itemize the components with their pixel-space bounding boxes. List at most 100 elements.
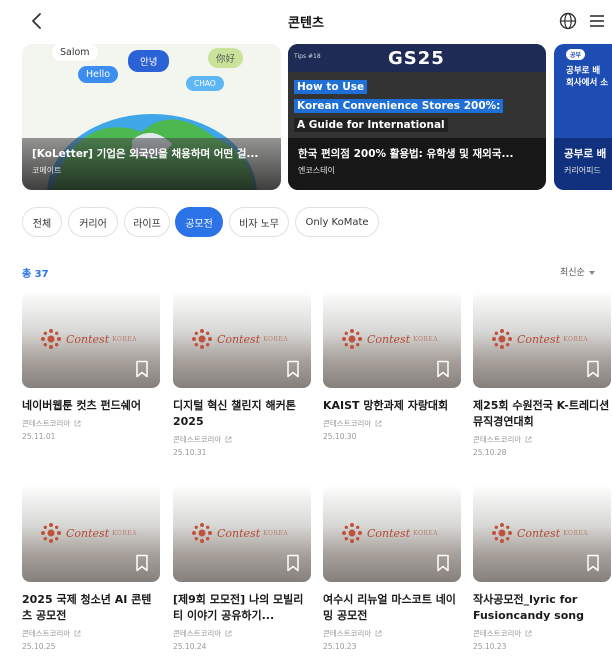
banner-carousel[interactable]: Salom 안녕 你好 Hello CHAO [KoLetter] 기업은 외국… — [0, 44, 612, 192]
card-title: 제25회 수원전국 K-트레디션 뮤직경연대회 — [473, 399, 610, 428]
bookmark-icon[interactable] — [134, 360, 150, 378]
card-source: 콘테스트코리아 — [473, 434, 611, 445]
card-date: 25.10.24 — [173, 642, 207, 651]
bookmark-icon[interactable] — [285, 360, 301, 378]
logo-text: Contest — [367, 332, 411, 346]
bookmark-icon[interactable] — [585, 554, 601, 572]
chip-career[interactable]: 커리어 — [68, 207, 118, 237]
contest-korea-logo: Contest KOREA — [491, 522, 588, 544]
logo-subtext: KOREA — [263, 335, 289, 343]
card-source-label: 콘테스트코리아 — [473, 629, 522, 638]
chip-visa-labor[interactable]: 비자 노무 — [229, 207, 289, 237]
card-date: 25.10.28 — [473, 448, 507, 457]
banner-source: 코메이트 — [32, 166, 62, 175]
card-date: 25.10.30 — [323, 432, 357, 441]
card-thumbnail: Contest KOREA — [323, 484, 461, 582]
card-source-label: 콘테스트코리아 — [173, 629, 222, 638]
card-source: 콘테스트코리아 — [173, 434, 311, 445]
logo-subtext: KOREA — [413, 529, 439, 537]
sort-dropdown[interactable]: 최신순 — [560, 265, 595, 278]
chip-only-komate[interactable]: Only KoMate — [295, 207, 379, 237]
card-title: [제9회 모모전] 나의 모빌리티 이야기 공유하기... — [173, 593, 304, 622]
banner-card[interactable]: Salom 안녕 你好 Hello CHAO [KoLetter] 기업은 외국… — [22, 44, 281, 190]
sunburst-logo-icon — [492, 329, 512, 349]
result-count: 총 37 — [22, 269, 49, 280]
speech-bubble: Salom — [52, 44, 98, 61]
sunburst-logo-icon — [41, 523, 61, 543]
card-thumbnail: Contest KOREA — [173, 484, 311, 582]
banner-headline: 회사에서 소 — [566, 78, 609, 88]
card-thumbnail: Contest KOREA — [22, 290, 160, 388]
card-title: 여수시 리뉴얼 마스코트 네이밍 공모전 — [323, 593, 456, 622]
logo-text: Contest — [217, 526, 261, 540]
content-card[interactable]: Contest KOREA 네이버웹툰 컷츠 펀드쉐어 콘테스트코리아 25.1… — [22, 290, 160, 441]
card-thumbnail: Contest KOREA — [473, 484, 611, 582]
card-thumbnail: Contest KOREA — [173, 290, 311, 388]
banner-caption: 한국 편의점 200% 활용법: 유학생 및 재외국... 엔코스테이 — [288, 138, 546, 190]
speech-bubble: CHAO — [186, 76, 224, 91]
logo-text: Contest — [517, 332, 561, 346]
bookmark-icon[interactable] — [435, 554, 451, 572]
banner-card[interactable]: Tips #18 GS25 How to Use Korean Convenie… — [288, 44, 546, 190]
contest-korea-logo: Contest KOREA — [341, 328, 438, 350]
logo-subtext: KOREA — [263, 529, 289, 537]
banner-source: 커리어피드 — [564, 166, 601, 175]
menu-icon[interactable] — [588, 12, 606, 30]
contest-korea-logo: Contest KOREA — [191, 522, 288, 544]
card-source: 콘테스트코리아 — [173, 628, 311, 639]
chip-life[interactable]: 라이프 — [124, 207, 170, 237]
card-source-label: 콘테스트코리아 — [173, 435, 222, 444]
bookmark-icon[interactable] — [134, 554, 150, 572]
card-source-label: 콘테스트코리아 — [22, 629, 71, 638]
content-card[interactable]: Contest KOREA 여수시 리뉴얼 마스코트 네이밍 공모전 콘테스트코… — [323, 484, 461, 651]
card-thumbnail: Contest KOREA — [323, 290, 461, 388]
speech-bubble: 你好 — [208, 48, 244, 68]
card-title: KAIST 망한과제 자랑대회 — [323, 399, 449, 412]
bookmark-icon[interactable] — [585, 360, 601, 378]
contest-korea-logo: Contest KOREA — [341, 522, 438, 544]
card-source: 콘테스트코리아 — [323, 628, 461, 639]
sunburst-logo-icon — [192, 329, 212, 349]
content-card[interactable]: Contest KOREA 2025 국제 청소년 AI 콘텐츠 공모전 콘테스… — [22, 484, 160, 651]
bookmark-icon[interactable] — [285, 554, 301, 572]
banner-card[interactable]: 공부 공부로 배 회사에서 소 공부로 배 커리어피드 — [554, 44, 612, 190]
card-source-label: 콘테스트코리아 — [22, 419, 71, 428]
content-card[interactable]: Contest KOREA 디지털 혁신 챌린지 해커톤 2025 콘테스트코리… — [173, 290, 311, 457]
card-date: 25.10.23 — [473, 642, 507, 651]
banner-headline: A Guide for International — [294, 118, 448, 132]
brand-band: Tips #18 GS25 — [288, 44, 546, 72]
content-card[interactable]: Contest KOREA 제25회 수원전국 K-트레디션 뮤직경연대회 콘테… — [473, 290, 611, 457]
banner-title: 공부로 배 — [564, 148, 607, 160]
banner-headline: How to Use — [294, 80, 368, 94]
card-source: 콘테스트코리아 — [22, 628, 160, 639]
external-link-icon — [525, 436, 532, 443]
banner-source: 엔코스테이 — [298, 166, 335, 175]
content-card[interactable]: Contest KOREA 작사공모전_lyric for Fusioncand… — [473, 484, 611, 651]
banner-caption: 공부로 배 커리어피드 — [554, 138, 612, 190]
card-title: 네이버웹툰 컷츠 펀드쉐어 — [22, 399, 141, 412]
banner-title: 한국 편의점 200% 활용법: 유학생 및 재외국... — [298, 148, 514, 160]
bookmark-icon[interactable] — [435, 360, 451, 378]
logo-subtext: KOREA — [112, 335, 138, 343]
external-link-icon — [74, 630, 81, 637]
external-link-icon — [225, 630, 232, 637]
speech-bubble: Hello — [78, 66, 119, 83]
card-date: 25.10.23 — [323, 642, 357, 651]
logo-text: Contest — [66, 526, 110, 540]
content-card[interactable]: Contest KOREA [제9회 모모전] 나의 모빌리티 이야기 공유하기… — [173, 484, 311, 651]
chip-all[interactable]: 전체 — [22, 207, 62, 237]
card-date: 25.11.01 — [22, 432, 56, 441]
card-source-label: 콘테스트코리아 — [323, 419, 372, 428]
logo-subtext: KOREA — [112, 529, 138, 537]
brand-logo: GS25 — [388, 48, 445, 69]
globe-icon[interactable] — [558, 11, 578, 31]
contest-korea-logo: Contest KOREA — [191, 328, 288, 350]
card-thumbnail: Contest KOREA — [22, 484, 160, 582]
chip-contest[interactable]: 공모전 — [175, 207, 223, 237]
content-card[interactable]: Contest KOREA KAIST 망한과제 자랑대회 콘테스트코리아 25… — [323, 290, 461, 441]
page-title: 콘텐츠 — [288, 16, 324, 31]
top-bar: 콘텐츠 — [0, 0, 612, 42]
card-source-label: 콘테스트코리아 — [473, 435, 522, 444]
card-title: 디지털 혁신 챌린지 해커톤 2025 — [173, 399, 296, 428]
logo-text: Contest — [66, 332, 110, 346]
